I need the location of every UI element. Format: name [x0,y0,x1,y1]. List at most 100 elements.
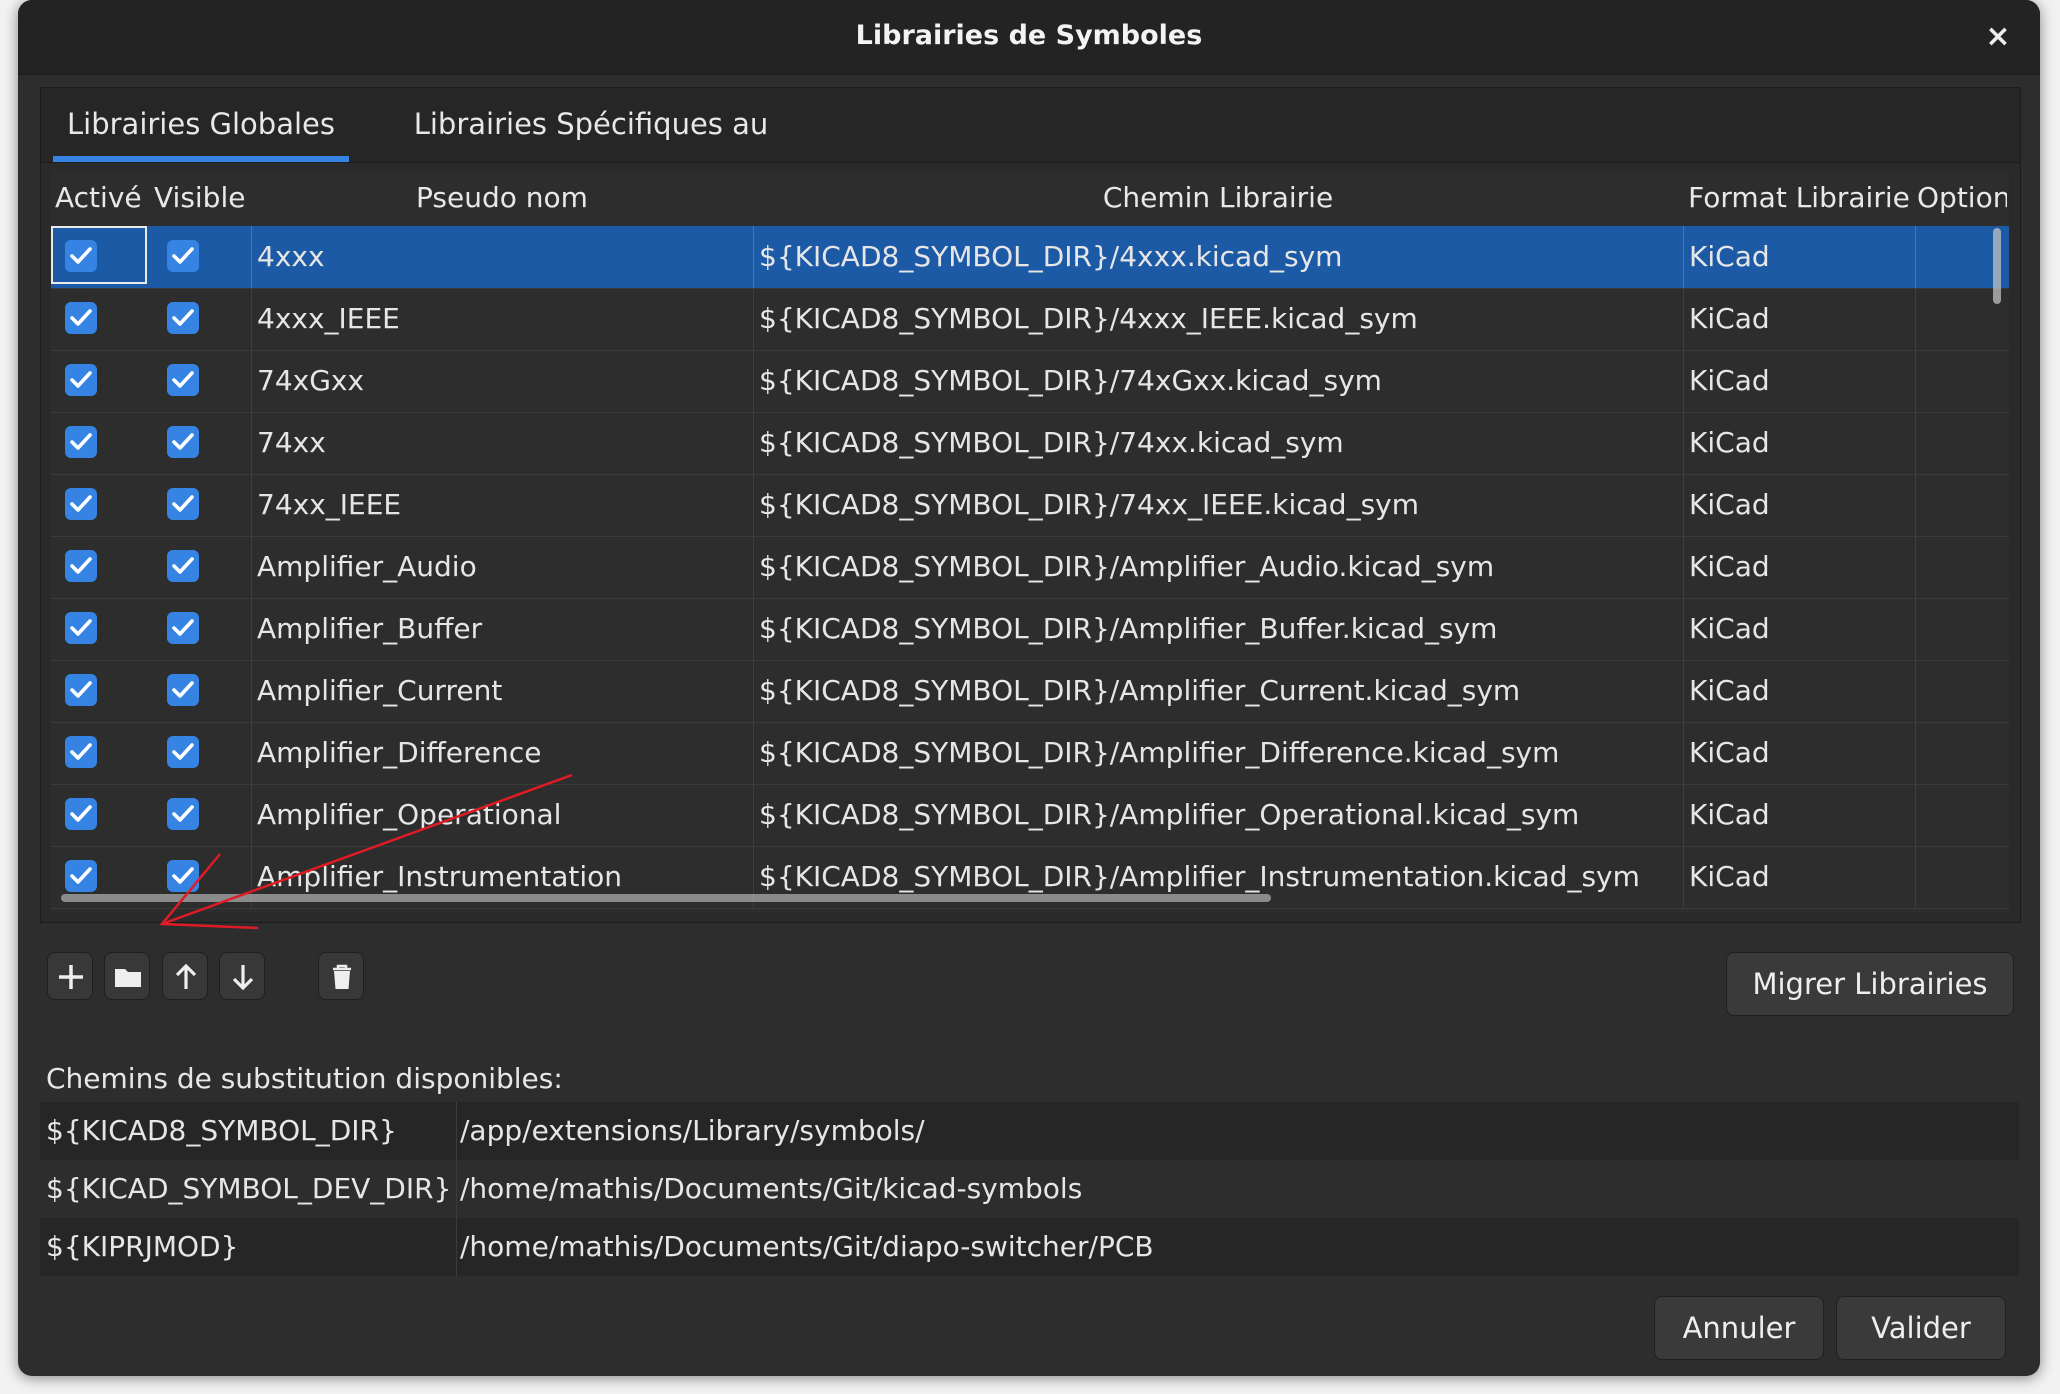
nickname-cell[interactable]: 74xGxx [251,350,753,412]
path-cell[interactable]: ${KICAD8_SYMBOL_DIR}/Amplifier_Operation… [753,784,1683,846]
library-row[interactable]: 74xx ${KICAD8_SYMBOL_DIR}/74xx.kicad_sym K… [51,412,2009,475]
nickname-cell[interactable]: Amplifier_Current [251,660,753,722]
format-cell[interactable]: KiCad [1683,226,1915,288]
options-cell[interactable] [1915,722,2005,784]
path-cell[interactable]: ${KICAD8_SYMBOL_DIR}/74xGxx.kicad_sym [753,350,1683,412]
visible-checkbox[interactable] [167,426,199,458]
visible-checkbox[interactable] [167,612,199,644]
path-cell[interactable]: ${KICAD8_SYMBOL_DIR}/4xxx_IEEE.kicad_sym [753,288,1683,350]
visible-checkbox[interactable] [167,364,199,396]
tab-project-libraries[interactable]: Librairies Spécifiques au Projet [371,88,811,213]
library-row[interactable]: 4xxx_IEEE ${KICAD8_SYMBOL_DIR}/4xxx_IEEE.… [51,288,2009,351]
library-row[interactable]: 74xGxx ${KICAD8_SYMBOL_DIR}/74xGxx.kicad_… [51,350,2009,413]
path-cell[interactable]: ${KICAD8_SYMBOL_DIR}/Amplifier_Current.k… [753,660,1683,722]
options-cell[interactable] [1915,660,2005,722]
options-cell[interactable] [1915,474,2005,536]
symbol-libraries-dialog: Librairies de Symboles × Librairies Glob… [18,0,2040,1376]
options-cell[interactable] [1915,784,2005,846]
active-checkbox[interactable] [65,674,97,706]
path-cell[interactable]: ${KICAD8_SYMBOL_DIR}/74xx_IEEE.kicad_sym [753,474,1683,536]
active-checkbox[interactable] [65,302,97,334]
visible-checkbox[interactable] [167,736,199,768]
column-header-format[interactable]: Format Librairie [1683,170,1915,226]
path-cell[interactable]: ${KICAD8_SYMBOL_DIR}/Amplifier_Audio.kic… [753,536,1683,598]
active-checkbox[interactable] [65,798,97,830]
library-row[interactable]: Amplifier_Operational ${KICAD8_SYMBOL_DIR… [51,784,2009,847]
nickname-cell[interactable]: Amplifier_Operational [251,784,753,846]
nickname-cell[interactable]: 74xx [251,412,753,474]
path-cell[interactable]: ${KICAD8_SYMBOL_DIR}/Amplifier_Differenc… [753,722,1683,784]
add-library-button[interactable] [47,952,93,1000]
visible-checkbox[interactable] [167,674,199,706]
nickname-cell[interactable]: 4xxx [251,226,753,288]
nickname-cell[interactable]: 4xxx_IEEE [251,288,753,350]
format-cell[interactable]: KiCad [1683,784,1915,846]
library-row[interactable]: Amplifier_Current ${KICAD8_SYMBOL_DIR}/Am… [51,660,2009,723]
tab-global-libraries[interactable]: Librairies Globales [53,88,349,162]
options-cell[interactable] [1915,288,2005,350]
column-header-nickname[interactable]: Pseudo nom [251,170,753,226]
active-checkbox[interactable] [65,550,97,582]
delete-library-button[interactable] [318,952,364,1000]
active-checkbox[interactable] [65,736,97,768]
library-row[interactable]: Amplifier_Audio ${KICAD8_SYMBOL_DIR}/Ampl… [51,536,2009,599]
format-cell[interactable]: KiCad [1683,846,1915,908]
format-cell[interactable]: KiCad [1683,412,1915,474]
visible-checkbox[interactable] [167,302,199,334]
visible-checkbox[interactable] [167,240,199,272]
nickname-cell[interactable]: Amplifier_Buffer [251,598,753,660]
format-cell[interactable]: KiCad [1683,660,1915,722]
cancel-button[interactable]: Annuler [1654,1296,1824,1360]
library-row[interactable]: 74xx_IEEE ${KICAD8_SYMBOL_DIR}/74xx_IEEE.… [51,474,2009,537]
title-bar: Librairies de Symboles × [18,0,2040,75]
trash-icon [333,964,351,989]
nickname-cell[interactable]: 74xx_IEEE [251,474,753,536]
options-cell[interactable] [1915,350,2005,412]
visible-checkbox[interactable] [167,488,199,520]
path-cell[interactable]: ${KICAD8_SYMBOL_DIR}/4xxx.kicad_sym [753,226,1683,288]
tab-bar: Librairies Globales Librairies Spécifiqu… [41,88,2020,213]
active-checkbox[interactable] [65,240,97,272]
library-row[interactable]: Amplifier_Buffer ${KICAD8_SYMBOL_DIR}/Amp… [51,598,2009,661]
ok-button[interactable]: Valider [1836,1296,2006,1360]
options-cell[interactable] [1915,846,2005,908]
options-cell[interactable] [1915,536,2005,598]
column-header-path[interactable]: Chemin Librairie [753,170,1683,226]
nickname-cell[interactable]: Amplifier_Difference [251,722,753,784]
format-cell[interactable]: KiCad [1683,536,1915,598]
column-header-visible[interactable]: Visible [154,170,250,226]
format-cell[interactable]: KiCad [1683,598,1915,660]
vertical-scrollbar[interactable] [1993,228,2001,304]
arrow-down-icon [232,965,254,991]
substitution-row: ${KIPRJMOD} /home/mathis/Documents/Git/d… [40,1218,2019,1276]
options-cell[interactable] [1915,226,2005,288]
visible-checkbox[interactable] [167,860,199,892]
path-cell[interactable]: ${KICAD8_SYMBOL_DIR}/74xx.kicad_sym [753,412,1683,474]
format-cell[interactable]: KiCad [1683,350,1915,412]
active-checkbox[interactable] [65,612,97,644]
options-cell[interactable] [1915,412,2005,474]
visible-checkbox[interactable] [167,798,199,830]
close-icon[interactable]: × [1978,17,2018,57]
format-cell[interactable]: KiCad [1683,722,1915,784]
library-row[interactable]: Amplifier_Difference ${KICAD8_SYMBOL_DIR}… [51,722,2009,785]
path-cell[interactable]: ${KICAD8_SYMBOL_DIR}/Amplifier_Buffer.ki… [753,598,1683,660]
format-cell[interactable]: KiCad [1683,288,1915,350]
nickname-cell[interactable]: Amplifier_Audio [251,536,753,598]
horizontal-scrollbar[interactable] [61,894,1271,902]
move-up-button[interactable] [162,952,208,1000]
options-cell[interactable] [1915,598,2005,660]
active-checkbox[interactable] [65,488,97,520]
dialog-title: Librairies de Symboles [855,20,1203,51]
column-header-active[interactable]: Activé [55,170,149,226]
active-checkbox[interactable] [65,860,97,892]
visible-checkbox[interactable] [167,550,199,582]
column-header-options[interactable]: Options [1917,170,2007,226]
migrate-libraries-button[interactable]: Migrer Librairies [1726,952,2014,1016]
move-down-button[interactable] [219,952,265,1000]
active-checkbox[interactable] [65,426,97,458]
library-row[interactable]: 4xxx ${KICAD8_SYMBOL_DIR}/4xxx.kicad_sym K… [51,226,2009,289]
active-checkbox[interactable] [65,364,97,396]
browse-library-button[interactable] [104,952,150,1000]
format-cell[interactable]: KiCad [1683,474,1915,536]
